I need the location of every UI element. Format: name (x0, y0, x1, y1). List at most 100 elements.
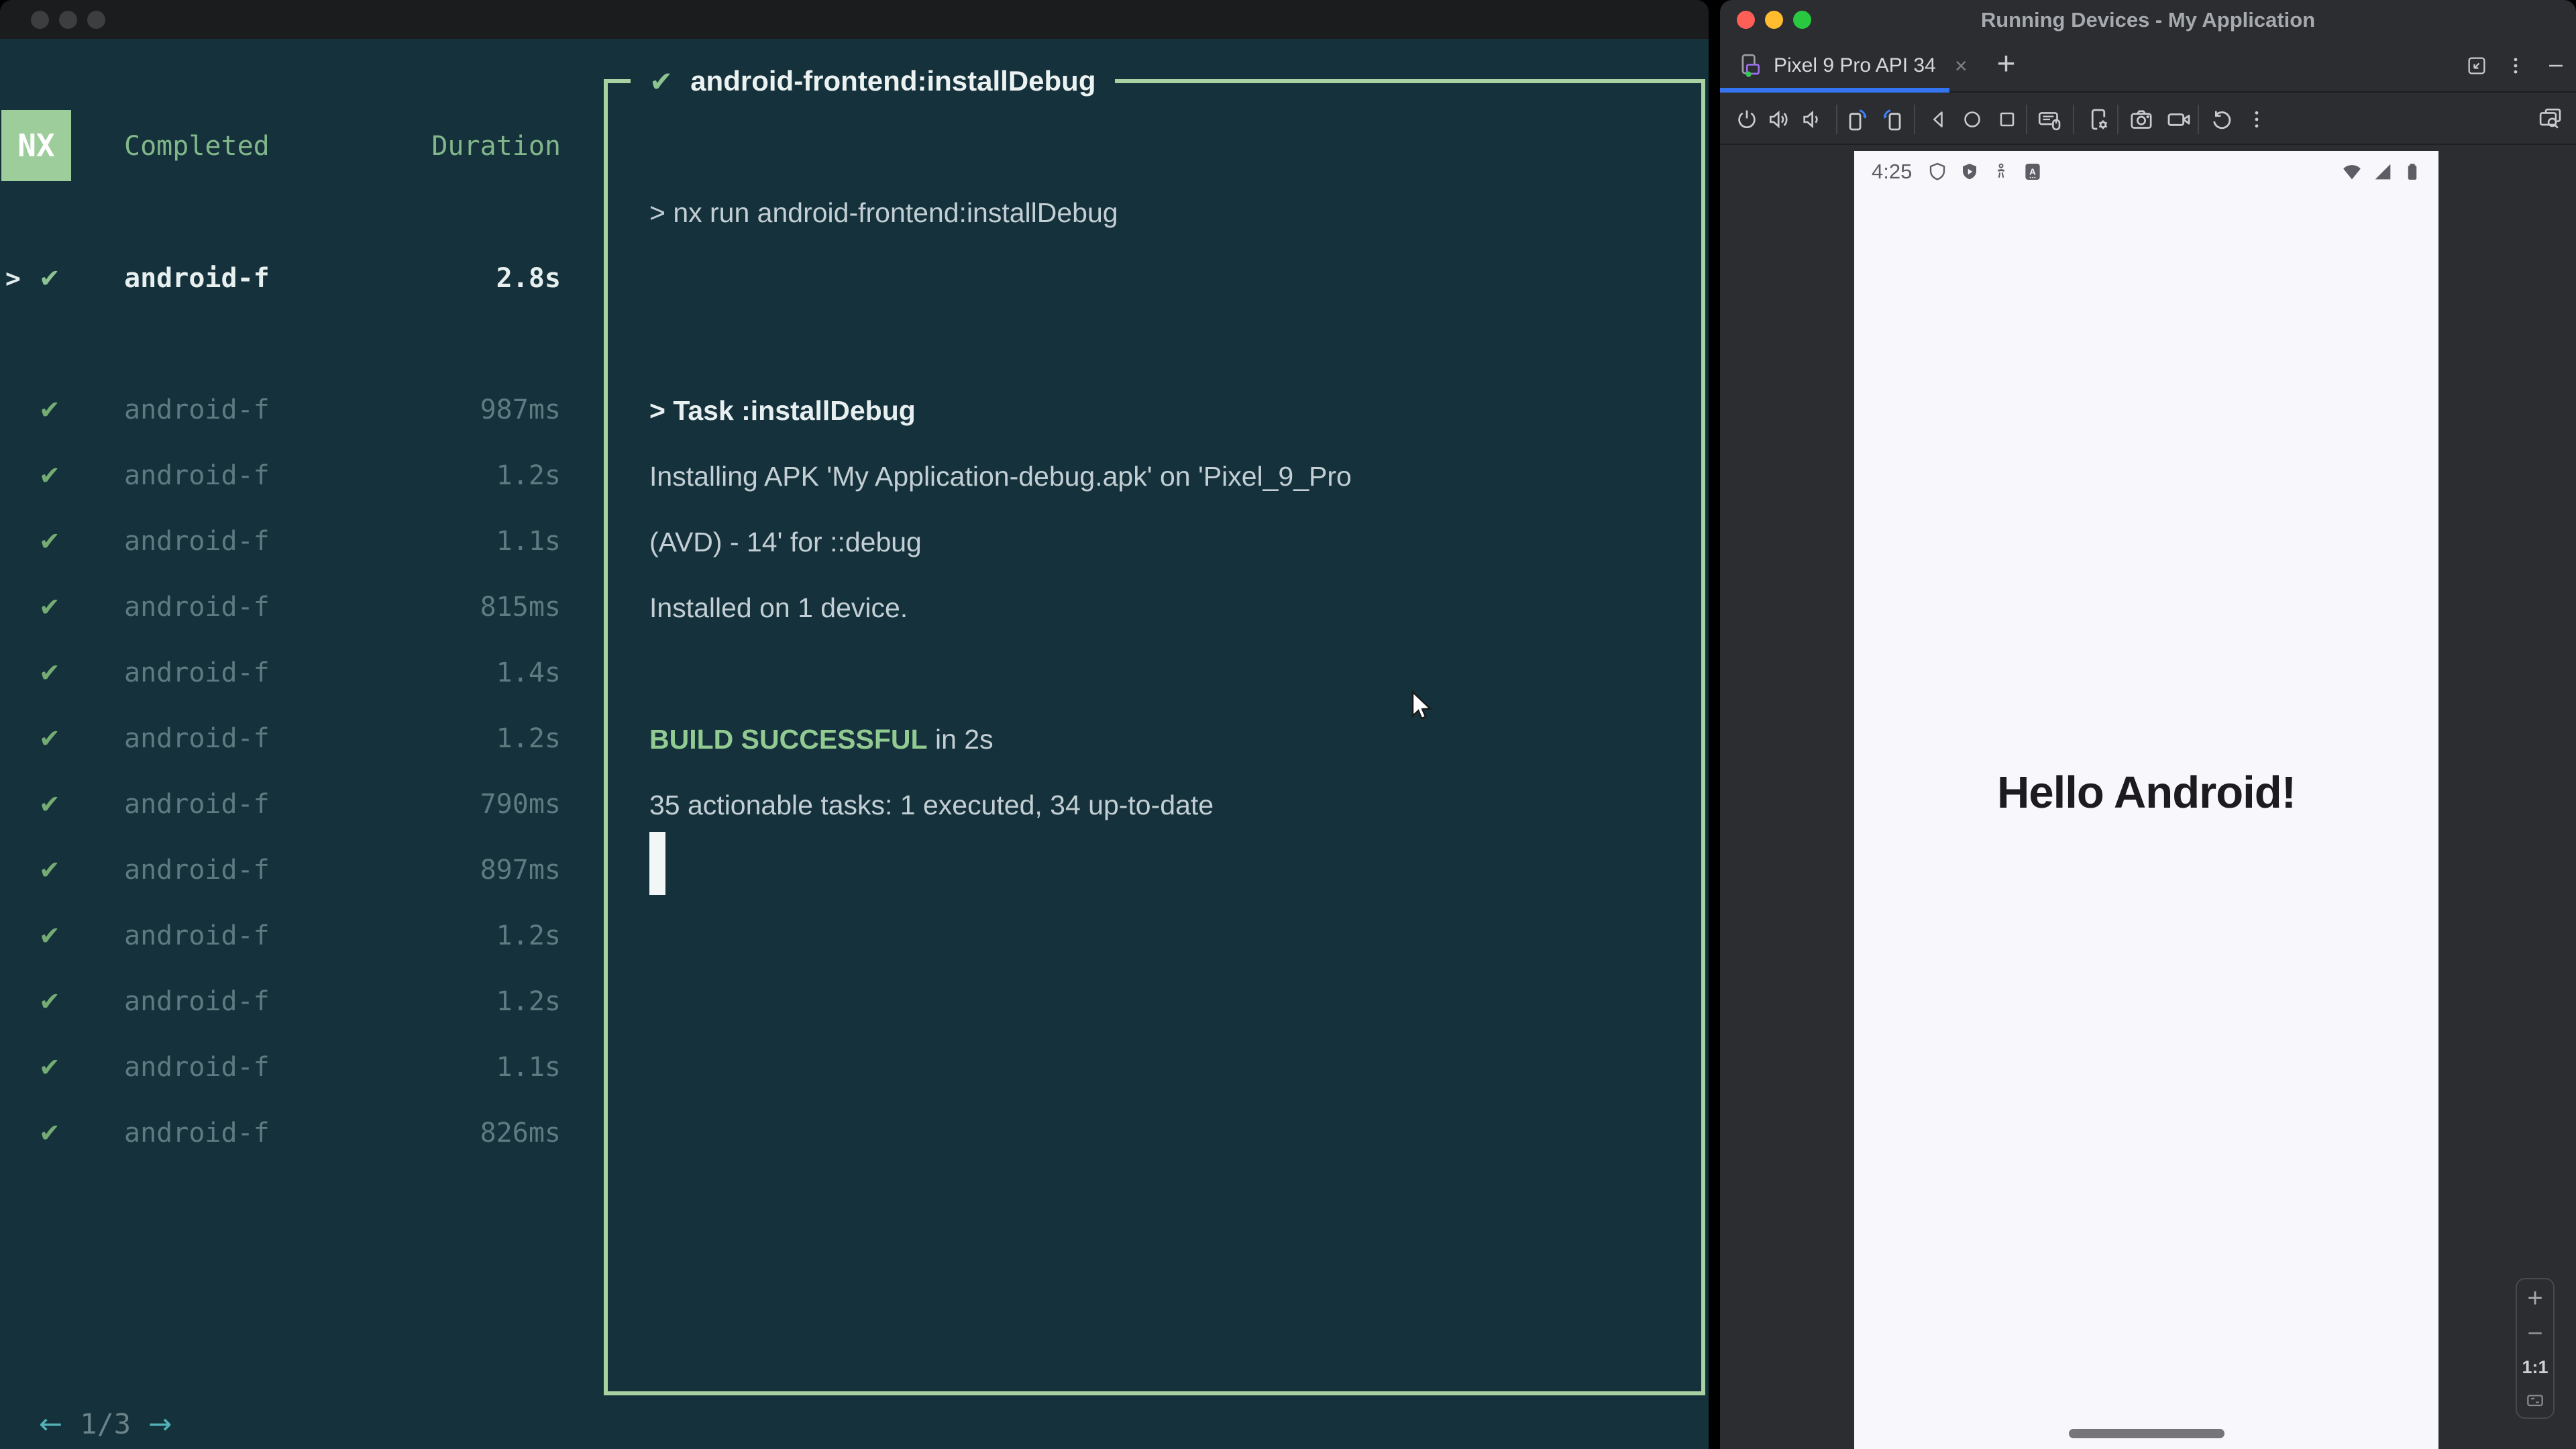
task-duration: 1.2s (496, 920, 561, 951)
task-row[interactable]: > ✔ android-f 815ms (0, 574, 568, 640)
volume-down-icon[interactable] (1796, 105, 1826, 134)
emulator-screen[interactable]: 4:25 A Hello Android! (1854, 151, 2438, 1449)
check-icon: ✔ (39, 527, 60, 556)
studio-titlebar[interactable]: Running Devices - My Application (1720, 0, 2576, 40)
running-devices-window: Running Devices - My Application Pixel 9… (1720, 0, 2576, 1449)
check-icon: ✔ (39, 1053, 60, 1082)
device-settings-icon[interactable] (2084, 105, 2113, 134)
task-name: android-f (124, 394, 270, 425)
column-duration: Duration (431, 131, 561, 162)
task-name: android-f (124, 789, 270, 820)
task-name: android-f (124, 1118, 270, 1148)
install-log-line-1: Installing APK 'My Application-debug.apk… (649, 461, 1352, 492)
task-row[interactable]: > ✔ android-f 1.4s (0, 640, 568, 706)
task-duration: 1.4s (496, 657, 561, 688)
task-output-title: ✔ android-frontend:installDebug (631, 60, 1115, 102)
column-completed: Completed (124, 131, 270, 162)
task-row[interactable]: > ✔ android-f 1.1s (0, 1034, 568, 1100)
task-name: android-f (124, 526, 270, 557)
statusbar-clock: 4:25 (1872, 160, 1913, 183)
zoom-reset-button[interactable]: 1:1 (2522, 1357, 2548, 1378)
check-icon: ✔ (39, 592, 60, 622)
check-icon: ✔ (39, 1118, 60, 1148)
new-tab-icon[interactable]: + (1997, 46, 2016, 83)
tab-pixel-9-pro[interactable]: Pixel 9 Pro API 34 × + (1720, 40, 2016, 91)
task-duration: 1.1s (496, 1052, 561, 1083)
next-page-arrow[interactable]: → (148, 1407, 172, 1440)
hide-icon[interactable] (2542, 52, 2569, 79)
more-vertical-icon[interactable] (2502, 52, 2529, 79)
task-name: android-f (124, 920, 270, 951)
overview-icon[interactable] (1992, 105, 2022, 134)
task-list: > ✔ android-f 2.8s > ✔ android-f 987ms >… (0, 246, 568, 1166)
volume-up-icon[interactable] (1764, 105, 1794, 134)
power-icon[interactable] (1732, 105, 1762, 134)
terminal-cursor (649, 832, 665, 895)
restart-icon[interactable] (2207, 105, 2237, 134)
dock-window-icon[interactable] (2463, 52, 2490, 79)
tasks-summary-line: 35 actionable tasks: 1 executed, 34 up-t… (649, 790, 1214, 820)
task-duration: 826ms (480, 1118, 561, 1148)
screen-inspect-icon[interactable] (2536, 105, 2565, 134)
check-icon: ✔ (39, 855, 60, 885)
hello-android-text: Hello Android! (1996, 767, 2296, 818)
task-duration: 1.2s (496, 723, 561, 754)
zoom-in-button[interactable]: + (2527, 1285, 2542, 1311)
task-row[interactable]: > ✔ android-f 790ms (0, 771, 568, 837)
minimize-button[interactable] (59, 11, 77, 29)
device-display-area: 4:25 A Hello Android! + − 1:1 (1720, 145, 2576, 1449)
rotate-right-icon[interactable] (1878, 105, 1908, 134)
task-row[interactable]: > ✔ android-f 1.2s (0, 443, 568, 508)
build-result-line: BUILD SUCCESSFUL in 2s (649, 720, 994, 758)
task-output-title-text: android-frontend:installDebug (690, 65, 1096, 97)
cellular-icon (2375, 164, 2391, 180)
rotate-left-icon[interactable] (1842, 105, 1872, 134)
toolbar-separator (2198, 105, 2199, 134)
task-row[interactable]: > ✔ android-f 826ms (0, 1100, 568, 1166)
svg-text:A: A (2030, 167, 2037, 177)
toolbar-separator (2073, 105, 2074, 134)
back-icon[interactable] (1924, 105, 1953, 134)
selected-chevron-icon: > (5, 264, 21, 293)
task-name: android-f (124, 986, 270, 1017)
battery-icon (2408, 164, 2417, 180)
install-log-line-3: Installed on 1 device. (649, 592, 908, 623)
task-row[interactable]: > ✔ android-f 1.2s (0, 903, 568, 969)
check-icon: ✔ (39, 658, 60, 688)
task-duration: 1.1s (496, 526, 561, 557)
screen-record-icon[interactable] (2164, 105, 2194, 134)
task-name: android-f (124, 855, 270, 885)
task-row[interactable]: > ✔ android-f 2.8s (0, 246, 568, 311)
desktop: NX Completed Duration > ✔ android-f 2.8s… (0, 0, 2576, 1449)
prev-page-arrow[interactable]: ← (39, 1407, 62, 1440)
zoom-button[interactable] (87, 11, 105, 29)
app-a-icon: A (2025, 164, 2041, 180)
task-row[interactable]: > ✔ android-f 987ms (0, 377, 568, 443)
task-row[interactable]: > ✔ android-f 1.2s (0, 706, 568, 771)
more-options-icon[interactable] (2242, 105, 2271, 134)
pagination: ← 1/3 → (39, 1407, 172, 1440)
build-time: in 2s (927, 724, 994, 755)
task-row[interactable]: > ✔ android-f 1.2s (0, 969, 568, 1034)
task-duration: 987ms (480, 394, 561, 425)
device-tab-bar: Pixel 9 Pro API 34 × + (1720, 40, 2576, 93)
terminal-titlebar[interactable] (0, 0, 1709, 39)
screenshot-icon[interactable] (2127, 105, 2156, 134)
task-name: android-f (124, 460, 270, 491)
zoom-out-button[interactable]: − (2527, 1320, 2542, 1347)
task-row[interactable]: > ✔ android-f 1.1s (0, 508, 568, 574)
emulator-toolbar (1720, 94, 2576, 145)
gradle-task-header: > Task :installDebug (649, 395, 916, 426)
check-icon: ✔ (649, 64, 674, 98)
hardware-input-icon[interactable] (2035, 105, 2065, 134)
install-log-line-2: (AVD) - 14' for ::debug (649, 527, 922, 557)
close-button[interactable] (31, 11, 49, 29)
task-row[interactable]: > ✔ android-f 897ms (0, 837, 568, 903)
task-name: android-f (124, 1052, 270, 1083)
gesture-navigation-pill[interactable] (2068, 1429, 2224, 1438)
fit-to-window-icon[interactable] (2524, 1389, 2546, 1411)
shield-outline-icon (1930, 162, 1945, 180)
tab-close-icon[interactable]: × (1955, 54, 1968, 78)
toolbar-separator (2026, 105, 2027, 134)
home-icon[interactable] (1957, 105, 1987, 134)
